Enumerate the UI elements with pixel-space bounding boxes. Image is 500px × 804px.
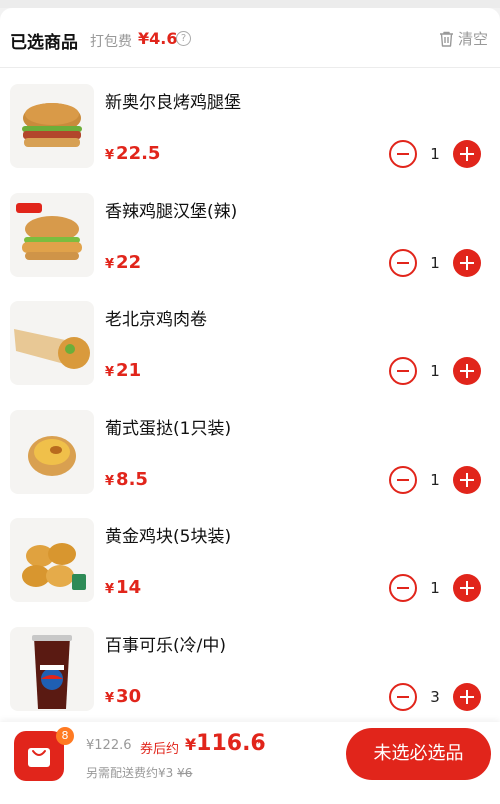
plus-icon[interactable]: [453, 249, 481, 277]
product-price: ¥21: [105, 360, 142, 381]
top-strip: [0, 0, 500, 8]
product-name: 百事可乐(冷/中): [105, 636, 226, 656]
minus-icon[interactable]: [389, 249, 417, 277]
packing-fee-value: ¥4.6: [138, 29, 178, 48]
product-price: ¥8.5: [105, 469, 148, 490]
product-name: 老北京鸡肉卷: [105, 310, 207, 330]
cart-header: 已选商品 打包费 ¥4.6 ? 清空: [0, 8, 500, 68]
product-name: 黄金鸡块(5块装): [105, 527, 232, 547]
cart-item: 葡式蛋挞(1只装) ¥8.5 1: [0, 410, 500, 518]
product-price: ¥22: [105, 252, 142, 273]
cart-count-badge: 8: [56, 727, 74, 745]
cart-item: 黄金鸡块(5块装) ¥14 1: [0, 518, 500, 626]
product-name: 香辣鸡腿汉堡(辣): [105, 202, 238, 222]
quantity-value: 1: [430, 145, 440, 163]
product-name: 葡式蛋挞(1只装): [105, 419, 232, 439]
product-image: [10, 518, 94, 602]
quantity-value: 1: [430, 362, 440, 380]
quantity-value: 1: [430, 254, 440, 272]
quantity-value: 3: [430, 688, 440, 706]
cart-item: 老北京鸡肉卷 ¥21 1: [0, 301, 500, 409]
cart-title: 已选商品: [10, 33, 78, 53]
trash-icon: [439, 31, 453, 47]
minus-icon[interactable]: [389, 683, 417, 711]
checkout-bar: 8 ¥122.6 券后约 ¥116.6 ^ 另需配送费约¥3 ¥6 未选必选品: [0, 722, 500, 804]
original-total: ¥122.6: [86, 738, 132, 753]
minus-icon[interactable]: [389, 357, 417, 385]
cart-item: 香辣鸡腿汉堡(辣) ¥22 1: [0, 193, 500, 301]
plus-icon[interactable]: [453, 140, 481, 168]
minus-icon[interactable]: [389, 574, 417, 602]
plus-icon[interactable]: [453, 357, 481, 385]
quantity-value: 1: [430, 471, 440, 489]
help-icon[interactable]: ?: [176, 31, 191, 46]
cart-sheet: 已选商品 打包费 ¥4.6 ? 清空 新奥尔良烤鸡腿堡 ¥22.5 1 香辣鸡腿…: [0, 8, 500, 722]
product-price: ¥22.5: [105, 143, 161, 164]
cart-item: 新奥尔良烤鸡腿堡 ¥22.5 1: [0, 84, 500, 192]
cart-item: 百事可乐(冷/中) ¥30 3: [0, 627, 500, 722]
price-detail-caret[interactable]: ^: [256, 738, 266, 752]
plus-icon[interactable]: [453, 466, 481, 494]
delivery-fee: 另需配送费约¥3 ¥6: [86, 766, 193, 780]
product-image: [10, 410, 94, 494]
minus-icon[interactable]: [389, 466, 417, 494]
quantity-value: 1: [430, 579, 440, 597]
clear-label: 清空: [457, 30, 488, 48]
product-price: ¥30: [105, 686, 142, 707]
clear-cart-button[interactable]: 清空: [439, 28, 488, 49]
checkout-button[interactable]: 未选必选品: [346, 728, 491, 780]
product-price: ¥14: [105, 577, 142, 598]
product-name: 新奥尔良烤鸡腿堡: [105, 93, 241, 113]
plus-icon[interactable]: [453, 683, 481, 711]
product-image: [10, 84, 94, 168]
product-image: [10, 301, 94, 385]
product-image: [10, 193, 94, 277]
after-coupon-label: 券后约: [140, 742, 180, 757]
plus-icon[interactable]: [453, 574, 481, 602]
packing-fee-label: 打包费: [90, 34, 132, 50]
final-total: ¥116.6: [185, 731, 266, 756]
product-image: [10, 627, 94, 711]
minus-icon[interactable]: [389, 140, 417, 168]
